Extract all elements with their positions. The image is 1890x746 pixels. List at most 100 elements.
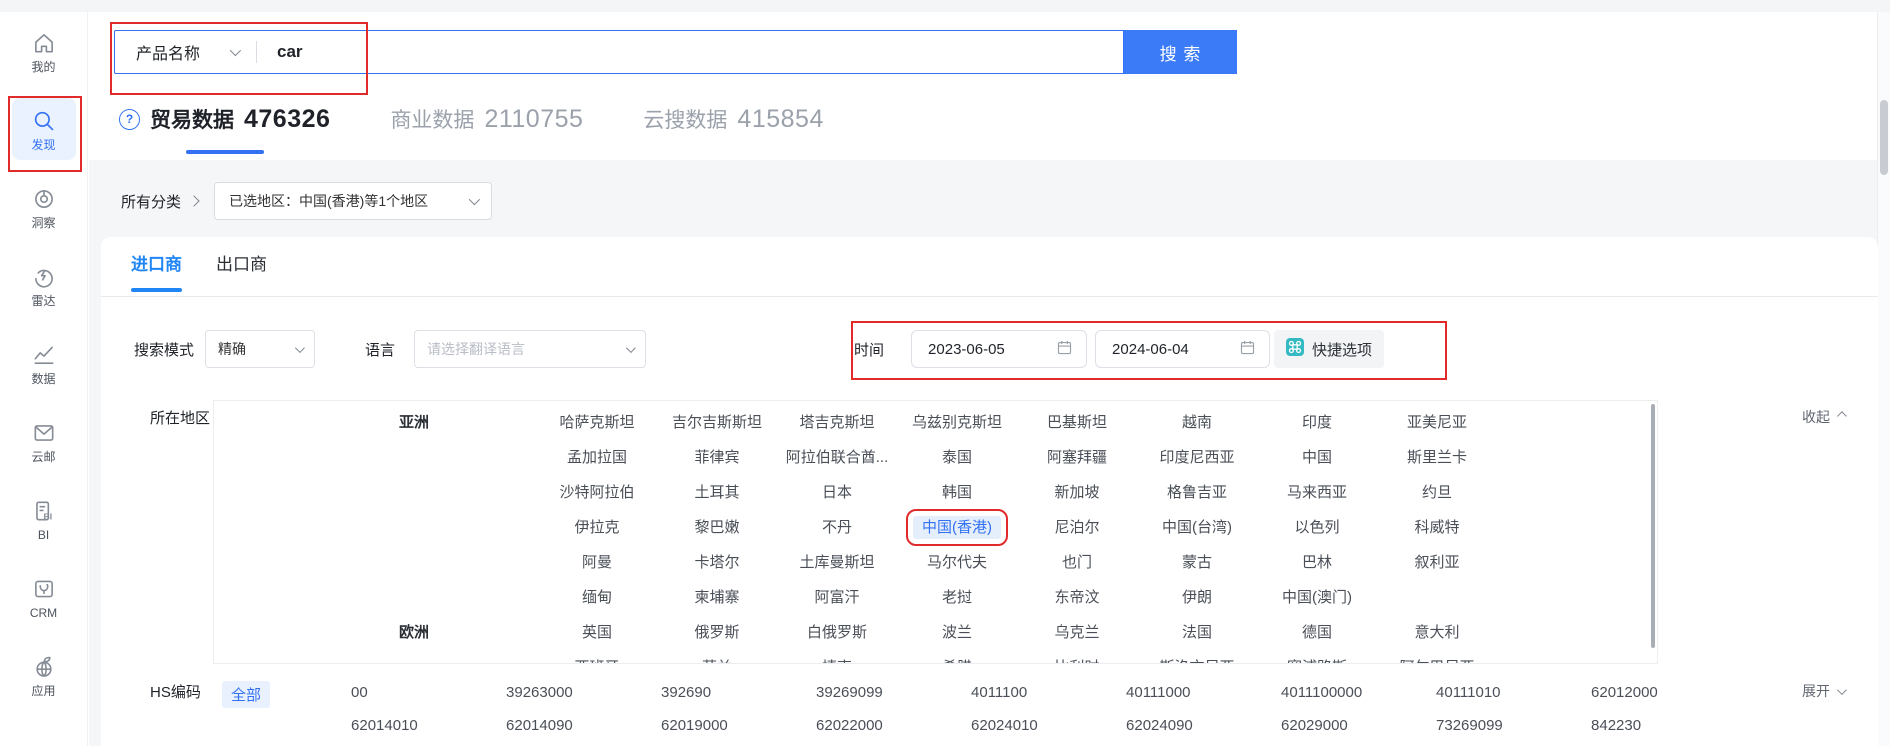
region-option[interactable]: 韩国	[897, 481, 1017, 502]
region-option[interactable]: 马来西亚	[1257, 481, 1377, 502]
hs-code-option[interactable]: 73269099	[1436, 717, 1591, 734]
page-scrollbar[interactable]	[1877, 12, 1890, 746]
region-option[interactable]: 塔吉克斯坦	[777, 411, 897, 432]
hs-code-option[interactable]: 62022000	[816, 717, 971, 734]
hs-code-option[interactable]: 62014010	[351, 717, 506, 734]
region-list-panel[interactable]: 亚洲哈萨克斯坦吉尔吉斯斯坦塔吉克斯坦乌兹别克斯坦巴基斯坦越南印度亚美尼亚孟加拉国…	[213, 400, 1658, 664]
data-tab-cloud[interactable]: 云搜数据415854	[643, 104, 823, 154]
region-option[interactable]: 斯里兰卡	[1377, 446, 1497, 467]
region-option[interactable]: 巴基斯坦	[1017, 411, 1137, 432]
sidebar-item-crm[interactable]: CRM	[12, 566, 76, 628]
hs-code-option[interactable]: 39269099	[816, 684, 971, 701]
region-option[interactable]: 中国	[1257, 446, 1377, 467]
region-option[interactable]: 老挝	[897, 586, 1017, 607]
region-option[interactable]: 也门	[1017, 551, 1137, 572]
sidebar-item-insight[interactable]: 洞察	[12, 176, 76, 238]
region-option[interactable]: 约旦	[1377, 481, 1497, 502]
region-option[interactable]: 阿富汗	[777, 586, 897, 607]
hs-code-option[interactable]: 392690	[661, 684, 816, 701]
region-option[interactable]: 科威特	[1377, 516, 1497, 537]
region-option[interactable]: 印度尼西亚	[1137, 446, 1257, 467]
region-option[interactable]: 卡塔尔	[657, 551, 777, 572]
quick-options-button[interactable]: 快捷选项	[1274, 330, 1384, 368]
region-option[interactable]: 不丹	[777, 516, 897, 537]
hs-code-option[interactable]: 62012000	[1591, 684, 1746, 701]
tab-importers[interactable]: 进口商	[131, 250, 182, 292]
sidebar-item-radar[interactable]: 雷达	[12, 254, 76, 316]
region-option[interactable]: 阿拉伯联合酋...	[777, 446, 897, 467]
search-field-selector[interactable]: 产品名称	[115, 40, 256, 64]
region-option[interactable]: 以色列	[1257, 516, 1377, 537]
region-option[interactable]: 中国(澳门)	[1257, 586, 1377, 607]
hs-code-option[interactable]: 00	[351, 684, 506, 701]
hs-code-option[interactable]: 40111000	[1126, 684, 1281, 701]
data-tab-trade[interactable]: ?贸易数据476326	[119, 104, 330, 154]
region-option[interactable]: 吉尔吉斯斯坦	[657, 411, 777, 432]
region-option[interactable]: 阿塞拜疆	[1017, 446, 1137, 467]
date-start-input[interactable]: 2023-06-05	[911, 330, 1087, 368]
hs-code-option[interactable]: 4011100000	[1281, 684, 1436, 701]
region-option[interactable]: 马尔代夫	[897, 551, 1017, 572]
selected-region-dropdown[interactable]: 已选地区：中国(香港)等1个地区	[214, 182, 492, 220]
region-option[interactable]: 法国	[1137, 621, 1257, 642]
expand-link[interactable]: 展开	[1802, 681, 1844, 701]
region-option[interactable]: 柬埔寨	[657, 586, 777, 607]
region-option[interactable]: 白俄罗斯	[777, 621, 897, 642]
region-option[interactable]: 日本	[777, 481, 897, 502]
region-option[interactable]: 荷兰	[657, 656, 777, 664]
hs-code-option[interactable]: 4011100	[971, 684, 1126, 701]
region-option[interactable]: 捷克	[777, 656, 897, 664]
region-option[interactable]: 比利时	[1017, 656, 1137, 664]
region-option[interactable]: 乌兹别克斯坦	[897, 411, 1017, 432]
region-option[interactable]: 意大利	[1377, 621, 1497, 642]
collapse-link[interactable]: 收起	[1802, 407, 1844, 427]
language-dropdown[interactable]: 请选择翻译语言	[414, 330, 646, 368]
region-option[interactable]: 越南	[1137, 411, 1257, 432]
region-option[interactable]: 伊拉克	[537, 516, 657, 537]
search-mode-dropdown[interactable]: 精确	[205, 330, 315, 368]
region-option[interactable]: 泰国	[897, 446, 1017, 467]
region-option[interactable]: 德国	[1257, 621, 1377, 642]
region-option[interactable]: 波兰	[897, 621, 1017, 642]
region-option[interactable]: 乌克兰	[1017, 621, 1137, 642]
hs-code-option[interactable]: 62029000	[1281, 717, 1436, 734]
search-button[interactable]: 搜 索	[1124, 30, 1237, 74]
region-option[interactable]: 哈萨克斯坦	[537, 411, 657, 432]
sidebar-item-mail[interactable]: 云邮	[12, 410, 76, 472]
sidebar-item-apps[interactable]: 应用	[12, 644, 76, 706]
region-option[interactable]: 沙特阿拉伯	[537, 481, 657, 502]
page-scrollbar-thumb[interactable]	[1880, 100, 1888, 175]
hs-code-option[interactable]: 62024010	[971, 717, 1126, 734]
region-option[interactable]: 缅甸	[537, 586, 657, 607]
hs-code-option[interactable]: 62024090	[1126, 717, 1281, 734]
region-option[interactable]: 格鲁吉亚	[1137, 481, 1257, 502]
region-option[interactable]: 土库曼斯坦	[777, 551, 897, 572]
panel-scrollbar[interactable]	[1651, 404, 1655, 648]
data-tab-business[interactable]: 商业数据2110755	[390, 104, 583, 154]
region-option[interactable]: 东帝汶	[1017, 586, 1137, 607]
region-option[interactable]: 新加坡	[1017, 481, 1137, 502]
date-end-input[interactable]: 2024-06-04	[1095, 330, 1270, 368]
region-option[interactable]: 印度	[1257, 411, 1377, 432]
region-option[interactable]: 黎巴嫩	[657, 516, 777, 537]
region-option[interactable]: 英国	[537, 621, 657, 642]
hs-code-option[interactable]: 842230	[1591, 717, 1746, 734]
region-option[interactable]: 阿曼	[537, 551, 657, 572]
sidebar-item-data[interactable]: 数据	[12, 332, 76, 394]
sidebar-item-discover[interactable]: 发现	[12, 98, 76, 160]
region-option[interactable]: 蒙古	[1137, 551, 1257, 572]
region-option[interactable]: 中国(台湾)	[1137, 516, 1257, 537]
hs-code-option[interactable]: 62019000	[661, 717, 816, 734]
region-option[interactable]: 希腊	[897, 656, 1017, 664]
region-option[interactable]: 土耳其	[657, 481, 777, 502]
sidebar-item-my[interactable]: 我的	[12, 20, 76, 82]
region-option[interactable]: 尼泊尔	[1017, 516, 1137, 537]
tab-exporters[interactable]: 出口商	[216, 250, 267, 292]
sidebar-item-bi[interactable]: BIBI	[12, 488, 76, 550]
hs-code-option[interactable]: 39263000	[506, 684, 661, 701]
region-option[interactable]: 巴林	[1257, 551, 1377, 572]
region-option[interactable]: 塞浦路斯	[1257, 656, 1377, 664]
all-categories-link[interactable]: 所有分类	[121, 191, 198, 212]
region-option[interactable]: 孟加拉国	[537, 446, 657, 467]
search-input[interactable]: car	[257, 42, 303, 62]
